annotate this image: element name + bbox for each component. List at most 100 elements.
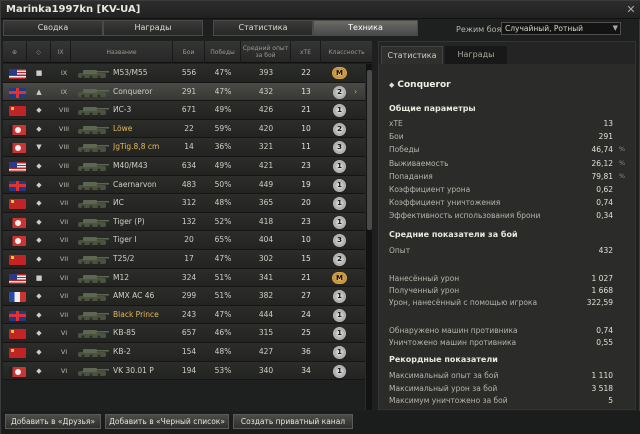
stat-label: Обнаружено машин противника	[389, 326, 518, 335]
tank-image	[78, 107, 109, 116]
header-xte[interactable]: xTE	[291, 41, 321, 63]
tier-cell: VII	[59, 217, 69, 226]
panel-tab-awards[interactable]: Награды	[445, 46, 507, 64]
tier-cell: VIII	[58, 124, 70, 133]
vehicle-name: Löwe	[113, 123, 133, 133]
header-battles[interactable]: Бои	[173, 41, 205, 63]
vehicle-type-icon: ◆	[36, 310, 42, 319]
scrollbar-thumb[interactable]	[367, 70, 372, 230]
avg-exp-cell: 427	[258, 346, 274, 356]
vehicle-name: M40/M43	[113, 160, 148, 170]
nation-flag-icon	[9, 292, 26, 303]
tank-image	[78, 367, 109, 376]
panel-tab-statistics[interactable]: Статистика	[381, 46, 443, 64]
tab-awards[interactable]: Награды	[103, 20, 203, 36]
tier-cell: VII	[59, 199, 69, 208]
tank-image	[78, 125, 109, 135]
table-row[interactable]: ◆ VIII M40/M43 634 49% 421 23 1	[3, 156, 365, 176]
vehicle-name: КВ-85	[113, 328, 136, 338]
wins-cell: 47%	[214, 309, 232, 319]
stat-label: Эффективность использования брони	[389, 211, 541, 221]
nation-flag-icon	[9, 180, 26, 191]
table-row[interactable]: ■ IX M53/M55 556 47% 393 22 M	[3, 64, 365, 83]
vehicle-name: Tiger I	[113, 235, 137, 245]
header-class[interactable]: Классность	[321, 41, 372, 63]
table-row[interactable]: ◆ VI КВ-2 154 48% 427 36 1	[3, 342, 365, 362]
table-row[interactable]: ◆ VI КВ-85 657 46% 315 25 1	[3, 324, 365, 343]
table-row[interactable]: ◆ VII AMX AC 46 299 51% 382 27 1	[3, 287, 365, 306]
header-avg-exp[interactable]: Средний опыт за бой	[241, 41, 291, 63]
header-nation-icon[interactable]: ⊕	[3, 41, 27, 63]
table-row[interactable]: ▲ IX Conqueror 291 47% 432 13 2 ›	[3, 82, 365, 102]
tank-image	[78, 237, 109, 246]
class-badge-icon: 1	[333, 104, 346, 118]
battles-cell: 20	[184, 235, 194, 245]
heavy-tank-icon: ◆	[389, 81, 395, 89]
xte-cell: 11	[301, 142, 311, 152]
tier-cell: VIII	[58, 143, 70, 152]
nation-flag-icon	[9, 236, 26, 247]
stat-label: Нанесённый урон	[389, 274, 460, 283]
table-scrollbar[interactable]	[365, 64, 372, 410]
stat-value: 0,74	[596, 198, 613, 208]
stat-value: 79,81	[591, 171, 613, 181]
stat-value: 1 110	[591, 371, 613, 380]
vehicle-type-icon: ◆	[36, 161, 42, 170]
table-row[interactable]: ◆ VII T25/2 17 47% 302 15 2	[3, 249, 365, 269]
vehicle-name: AMX AC 46	[113, 291, 155, 301]
header-tier[interactable]: IX	[51, 41, 71, 63]
table-row[interactable]: ▼ VIII JgTig.8,8 cm 14 36% 321 11 3	[3, 138, 365, 157]
battle-mode-value: Случайный, Ротный	[505, 24, 584, 33]
header-name[interactable]: Название	[71, 41, 173, 63]
battle-mode-select[interactable]: Случайный, Ротный ▼	[501, 22, 621, 35]
close-icon[interactable]: ✕	[625, 4, 637, 16]
vehicle-name: M12	[113, 272, 130, 282]
wins-cell: 50%	[214, 179, 232, 189]
table-row[interactable]: ◆ VII Black Prince 243 47% 444 24 1	[3, 305, 365, 325]
table-row[interactable]: ■ VII M12 324 51% 341 21 M	[3, 268, 365, 288]
tab-summary[interactable]: Сводка	[3, 20, 103, 36]
vehicle-type-icon: ■	[35, 273, 43, 282]
stat-label: xTE	[389, 119, 403, 128]
tier-cell: VII	[59, 310, 69, 319]
table-row[interactable]: ◆ VI VK 30.01 P 194 53% 340 34 1	[3, 361, 365, 381]
xte-cell: 20	[301, 198, 311, 208]
wins-cell: 48%	[214, 346, 232, 356]
table-row[interactable]: ◆ VIII Löwe 22 59% 420 10 2	[3, 119, 365, 139]
avg-exp-cell: 393	[258, 68, 274, 77]
create-channel-button[interactable]: Создать приватный канал	[233, 414, 353, 429]
window-title: Marinka1997kn [KV-UA]	[6, 4, 141, 15]
stat-label: Выживаемость	[389, 158, 449, 168]
tier-cell: VIII	[58, 161, 70, 170]
vehicle-type-icon: ◆	[36, 254, 42, 263]
stat-value: 3 518	[591, 383, 613, 393]
table-row[interactable]: ◆ VII Tiger (P) 132 52% 418 23 1	[3, 212, 365, 232]
xte-cell: 25	[301, 328, 311, 338]
battles-cell: 299	[181, 291, 197, 301]
stat-row: Выживаемость 26,12%	[389, 159, 625, 169]
nation-flag-icon	[9, 366, 26, 377]
table-row[interactable]: ◆ VIII ИС-3 671 49% 426 21 1	[3, 101, 365, 120]
vehicle-type-icon: ◆	[36, 366, 42, 375]
stat-row: Попадания 79,81%	[389, 172, 625, 182]
add-blacklist-button[interactable]: Добавить в «Черный список»	[105, 414, 229, 429]
stat-row: Обнаружено машин противника 0,74	[389, 326, 625, 336]
header-type-icon[interactable]: ◇	[27, 41, 51, 63]
stat-value: 432	[598, 246, 613, 255]
vehicles-table: ⊕ ◇ IX Название Бои Победы Средний опыт …	[3, 41, 372, 410]
table-row[interactable]: ◆ VII ИС 312 48% 365 20 1	[3, 194, 365, 213]
nation-flag-icon	[9, 69, 26, 79]
avg-exp-cell: 382	[258, 291, 274, 301]
tank-image	[78, 200, 109, 209]
stat-unit: %	[618, 171, 625, 180]
tab-vehicles[interactable]: Техника	[313, 20, 418, 36]
add-friend-button[interactable]: Добавить в «Друзья»	[5, 414, 101, 429]
vehicle-name: Conqueror	[113, 86, 153, 96]
table-row[interactable]: ◆ VIII Caernarvon 483 50% 449 19 1	[3, 175, 365, 195]
stat-unit: %	[618, 158, 625, 167]
stat-value: 322,59	[586, 298, 613, 307]
table-row[interactable]: ◆ VII Tiger I 20 65% 404 10 3	[3, 231, 365, 250]
tab-statistics[interactable]: Статистика	[213, 20, 313, 36]
title-bar[interactable]: Marinka1997kn [KV-UA] ✕	[1, 1, 640, 19]
header-wins[interactable]: Победы	[205, 41, 241, 63]
